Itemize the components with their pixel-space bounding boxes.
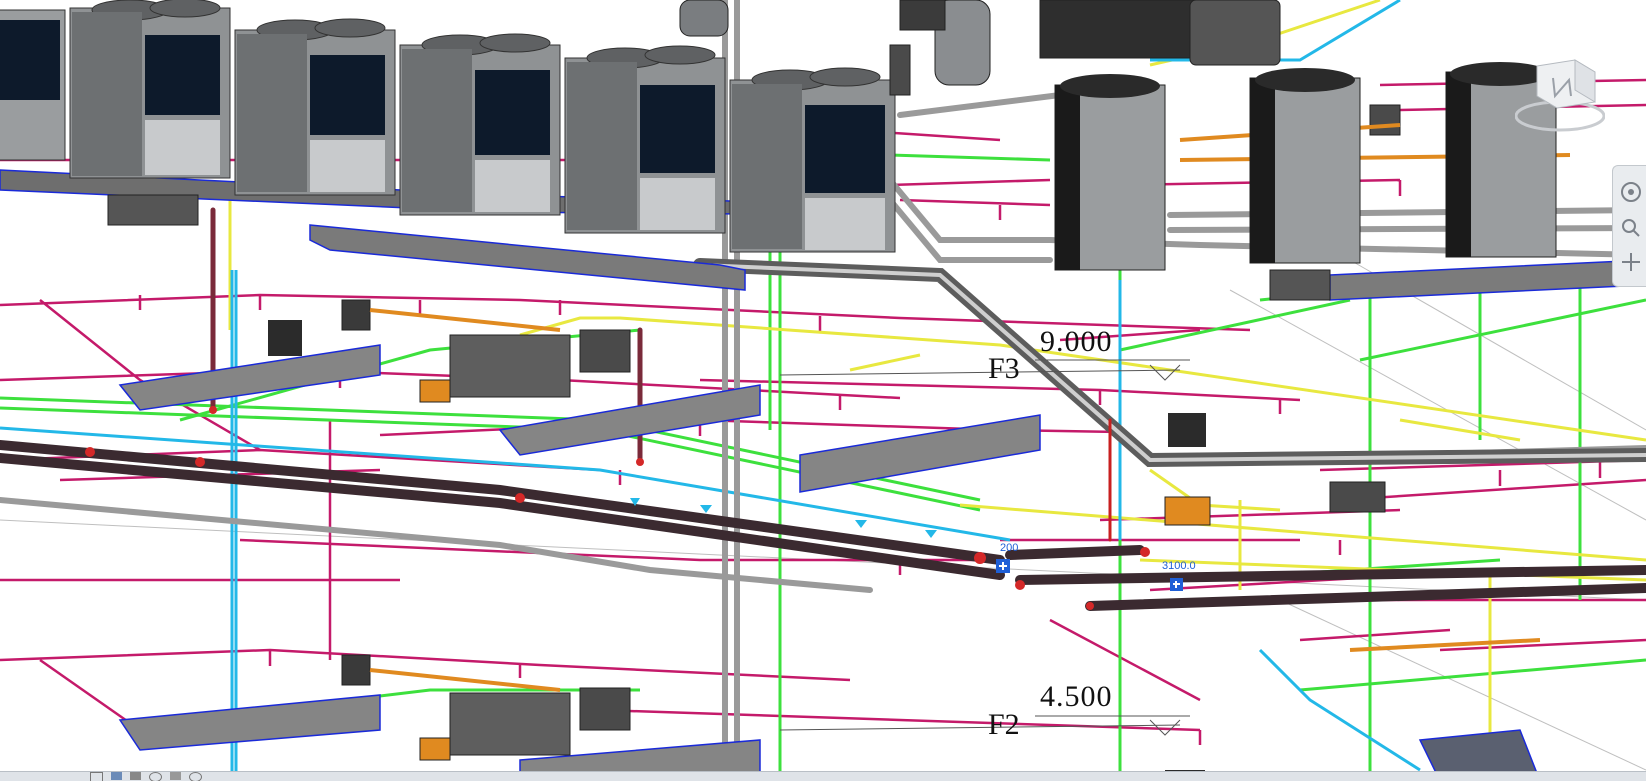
level-f3-name: F3 [988,352,1020,385]
outdoor-unit [1249,68,1361,264]
outdoor-unit [399,33,561,216]
scale-icon[interactable] [90,772,103,781]
view-control-icons [90,772,202,781]
zoom-icon[interactable] [1619,216,1643,240]
navigation-bar [1612,165,1646,287]
level-f2-elevation: 4.500 [1040,680,1113,713]
dimension-tag: 3100.0 [1162,560,1196,572]
view-control-bar [0,771,1646,781]
outdoor-unit [234,18,396,196]
outdoor-unit [564,45,726,234]
outdoor-unit [0,9,66,161]
outdoor-unit-row-right [1054,62,1557,271]
viewcube-icon[interactable] [1514,56,1606,136]
sun-path-icon[interactable] [149,772,162,781]
orbit-icon[interactable] [189,772,202,781]
outdoor-unit [1054,74,1166,271]
pan-icon[interactable] [1619,250,1643,274]
dimension-tag: 200 [1000,542,1019,554]
mep-3d-scene[interactable] [0,0,1646,781]
level-f2-name: F2 [988,708,1020,741]
3d-model-viewport[interactable]: F3 9.000 F2 4.500 200 3100.0 [0,0,1646,781]
level-f3-elevation: 9.000 [1040,325,1113,358]
shadows-icon[interactable] [170,772,181,780]
floor-outline-lines [0,259,1646,771]
steering-wheel-icon[interactable] [1619,180,1643,204]
visual-style-icon[interactable] [130,772,141,780]
outdoor-unit [69,0,231,179]
detail-level-icon[interactable] [111,772,122,780]
outdoor-unit [729,67,896,253]
